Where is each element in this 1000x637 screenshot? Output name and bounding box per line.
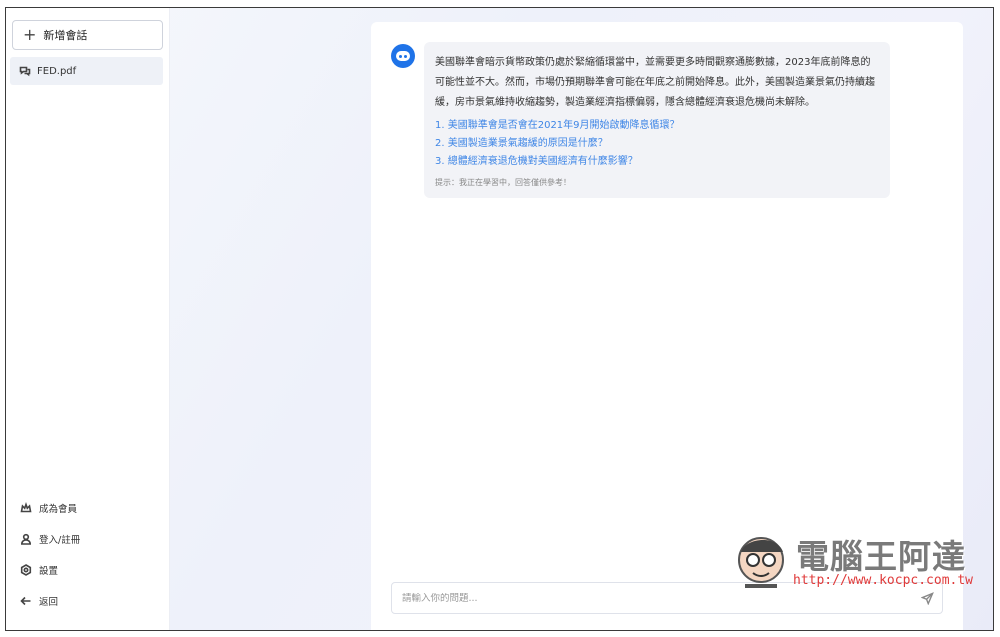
plus-icon: +: [23, 25, 37, 44]
question-input[interactable]: [402, 592, 912, 604]
user-icon: [20, 533, 32, 545]
crown-icon: [20, 501, 32, 514]
sidebar-item-label: 登入/註冊: [39, 534, 81, 546]
sidebar: + 新增會話 FED.pdf 成為會員 登入/註冊 設置 返回: [6, 8, 170, 630]
suggested-question[interactable]: 3. 總體經濟衰退危機對美國經濟有什麼影響？: [435, 153, 879, 171]
send-button[interactable]: [912, 583, 942, 613]
new-chat-label: 新增會話: [43, 29, 88, 42]
new-chat-button[interactable]: + 新增會話: [12, 20, 163, 50]
sidebar-item-label: 設置: [39, 565, 59, 577]
file-name: FED.pdf: [37, 65, 77, 77]
send-icon: [920, 591, 934, 605]
question-input-box: [391, 582, 943, 614]
sidebar-bottom-menu: 成為會員 登入/註冊 設置 返回: [6, 492, 170, 616]
arrow-left-icon: [20, 595, 32, 607]
sidebar-item-settings[interactable]: 設置: [6, 554, 170, 585]
app-window: + 新增會話 FED.pdf 成為會員 登入/註冊 設置 返回 美國聯準會暗示貨…: [5, 7, 994, 631]
bot-avatar-icon: [391, 44, 415, 68]
sidebar-item-file[interactable]: FED.pdf: [10, 57, 163, 85]
sidebar-item-back[interactable]: 返回: [6, 585, 170, 616]
sidebar-item-label: 返回: [39, 596, 59, 608]
suggested-question[interactable]: 1. 美國聯準會是否會在2021年9月開始啟動降息循環？: [435, 117, 879, 135]
suggested-question[interactable]: 2. 美國製造業景氣趨緩的原因是什麼？: [435, 135, 879, 153]
disclaimer-hint: 提示：我正在學習中，回答僅供參考！: [435, 178, 571, 187]
chat-bubbles-icon: [19, 65, 31, 77]
sidebar-item-membership[interactable]: 成為會員: [6, 492, 170, 523]
bot-message: 美國聯準會暗示貨幣政策仍處於緊縮循環當中，並需要更多時間觀察通膨數據，2023年…: [424, 42, 890, 198]
settings-icon: [20, 563, 32, 576]
suggested-questions: 1. 美國聯準會是否會在2021年9月開始啟動降息循環？ 2. 美國製造業景氣趨…: [435, 117, 879, 171]
bot-answer-text: 美國聯準會暗示貨幣政策仍處於緊縮循環當中，並需要更多時間觀察通膨數據，2023年…: [435, 57, 875, 108]
sidebar-item-login[interactable]: 登入/註冊: [6, 523, 170, 554]
sidebar-item-label: 成為會員: [39, 503, 78, 515]
chat-panel: 美國聯準會暗示貨幣政策仍處於緊縮循環當中，並需要更多時間觀察通膨數據，2023年…: [371, 22, 963, 630]
